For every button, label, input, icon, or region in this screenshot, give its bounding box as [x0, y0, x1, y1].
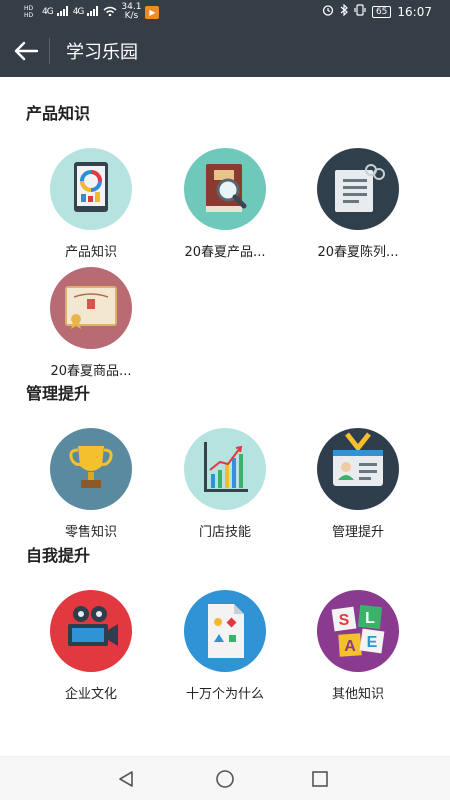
course-tile-store-skills[interactable]: 门店技能	[170, 428, 280, 540]
arrow-left-icon	[14, 41, 39, 61]
id-badge-icon	[317, 428, 399, 510]
title-divider	[49, 38, 50, 64]
battery-indicator: 65	[371, 5, 392, 18]
status-time: 16:07	[397, 4, 432, 19]
bluetooth-icon	[340, 3, 348, 19]
back-button[interactable]	[8, 34, 44, 68]
tile-label: 其他知识	[331, 687, 384, 702]
system-navigation-bar	[0, 756, 450, 800]
block-letter-s: S	[339, 612, 350, 629]
tile-label: 企业文化	[64, 687, 117, 702]
alarm-icon	[322, 4, 334, 19]
status-bar: HD HD 4G 4G 34.1 K/s ▶ 65 16:07	[0, 0, 450, 26]
course-tile-display-2020[interactable]: 20春夏陈列...	[303, 148, 413, 260]
section-title-self-improvement: 自我提升	[26, 546, 91, 565]
certificate-icon	[50, 267, 132, 349]
wifi-icon	[103, 6, 117, 19]
square-recents-icon	[312, 771, 328, 787]
tile-label: 门店技能	[198, 525, 251, 540]
tablet-chart-icon	[50, 148, 132, 230]
signal-icon	[56, 5, 69, 19]
course-tile-product-knowledge[interactable]: 产品知识	[36, 148, 146, 260]
course-tile-retail-knowledge[interactable]: 零售知识	[36, 428, 146, 540]
shapes-document-icon	[184, 590, 266, 672]
tile-label: 20春夏陈列...	[317, 245, 399, 260]
book-magnifier-icon	[184, 148, 266, 230]
circle-home-icon	[216, 770, 234, 788]
tile-label: 零售知识	[64, 525, 117, 540]
network-speed: 34.1 K/s	[121, 2, 142, 21]
page-title: 学习乐园	[66, 42, 138, 63]
section-title-management: 管理提升	[26, 384, 91, 403]
nav-home-button[interactable]	[205, 765, 245, 793]
course-tile-why-questions[interactable]: 十万个为什么	[170, 590, 280, 702]
tile-label: 20春夏产品...	[184, 245, 266, 260]
course-tile-product-2020[interactable]: 20春夏产品...	[170, 148, 280, 260]
section-title-product: 产品知识	[26, 104, 91, 123]
tile-label: 20春夏商品...	[50, 364, 132, 379]
letter-blocks-icon: S L A E	[317, 590, 399, 672]
video-camera-icon	[50, 590, 132, 672]
network-type-1: 4G	[42, 7, 54, 17]
tile-label: 管理提升	[331, 525, 384, 540]
tile-label: 十万个为什么	[185, 687, 264, 702]
signal-icon	[87, 5, 99, 19]
hd-indicator: HD HD	[24, 5, 34, 19]
course-tile-merchandise-2020[interactable]: 20春夏商品...	[36, 267, 146, 379]
course-tile-management[interactable]: 管理提升	[303, 428, 413, 540]
title-bar: 学习乐园	[0, 26, 450, 77]
nav-back-button[interactable]	[106, 765, 146, 793]
network-type-2: 4G	[72, 7, 85, 17]
course-tile-corporate-culture[interactable]: 企业文化	[36, 590, 146, 702]
vibrate-icon	[354, 4, 366, 19]
trophy-icon	[50, 428, 132, 510]
triangle-back-icon	[119, 771, 133, 787]
notebook-icon	[317, 148, 399, 230]
course-tile-other-knowledge[interactable]: S L A E 其他知识	[303, 590, 413, 702]
block-letter-e: E	[367, 634, 378, 651]
block-letter-a: A	[344, 638, 356, 655]
app-header: HD HD 4G 4G 34.1 K/s ▶ 65 16:07 学习乐园	[0, 0, 450, 77]
tile-label: 产品知识	[64, 245, 117, 260]
block-letter-l: L	[365, 610, 375, 627]
nav-recents-button[interactable]	[300, 765, 340, 793]
app-notification-icon: ▶	[145, 5, 160, 19]
bar-chart-icon	[184, 428, 266, 510]
